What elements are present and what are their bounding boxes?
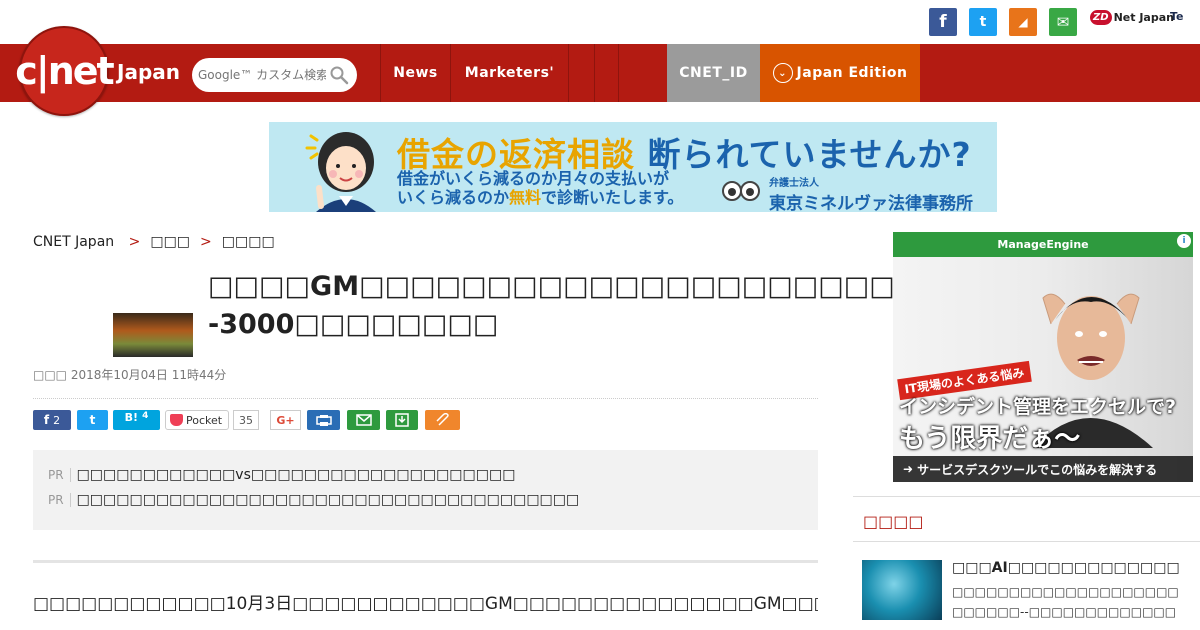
breadcrumb-home[interactable]: CNET Japan bbox=[33, 234, 114, 250]
logo-japan-label[interactable]: Japan bbox=[117, 60, 180, 84]
pr-tag: PR bbox=[48, 493, 71, 507]
facebook-icon[interactable]: f bbox=[929, 8, 957, 36]
print-button[interactable] bbox=[307, 410, 340, 430]
nav-item-blank-1[interactable] bbox=[568, 44, 594, 102]
adchoices-icon[interactable]: i bbox=[1177, 234, 1191, 248]
sidebar-ad-headline: インシデント管理をエクセルで? bbox=[899, 396, 1177, 418]
techrepublic-link[interactable]: Te bbox=[1170, 10, 1184, 23]
hatena-label: B! bbox=[124, 411, 139, 424]
hatena-bookmark-button[interactable]: B! 4 bbox=[113, 410, 160, 430]
clip-button[interactable] bbox=[425, 410, 460, 430]
pr-tag: PR bbox=[48, 468, 71, 482]
law-firm-name: 弁護士法人 東京ミネルヴァ法律事務所 bbox=[769, 174, 973, 212]
divider bbox=[853, 541, 1200, 542]
nav-item-edition[interactable]: ⌄ Japan Edition bbox=[760, 44, 920, 102]
twitter-share-button[interactable]: t bbox=[77, 410, 108, 430]
divider bbox=[853, 496, 1200, 497]
google-plus-button[interactable]: G+ bbox=[270, 410, 301, 430]
mail-icon bbox=[355, 414, 372, 426]
banner-sub-line1: 借金がいくら減るのか月々の支払いが bbox=[397, 169, 670, 188]
sidebar-ad-cta[interactable]: ➜ サービスデスクツールでこの悩みを解決する bbox=[893, 456, 1193, 482]
banner-title-b: 断られていませんか? bbox=[647, 135, 972, 174]
pocket-button[interactable]: Pocket bbox=[165, 410, 229, 430]
breadcrumb: CNET Japan > □□□ > □□□□ bbox=[33, 234, 275, 250]
zdnet-label: Net Japan bbox=[1113, 11, 1174, 24]
banner-sub-line2c: で診断いたします。 bbox=[541, 188, 684, 207]
rss-icon[interactable]: ◢ bbox=[1009, 8, 1037, 36]
woman-illustration-icon bbox=[305, 132, 376, 212]
nav-item-cnet-id[interactable]: CNET_ID bbox=[667, 44, 760, 102]
email-share-button[interactable] bbox=[347, 410, 380, 430]
rail-item-description: □□□□□□□□□□□□□□□□□□□□ □□□□□□--□□□□□□□□□□□… bbox=[952, 582, 1192, 622]
nav-item-news[interactable]: News bbox=[380, 44, 450, 102]
facebook-icon: f bbox=[43, 413, 50, 427]
nav-item-marketers[interactable]: Marketers' bbox=[450, 44, 568, 102]
divider bbox=[33, 398, 818, 399]
banner-sub-line2: いくら減るのか無料で診断いたします。 bbox=[397, 188, 683, 207]
arrow-right-icon: ➜ bbox=[903, 462, 914, 476]
breadcrumb-level1[interactable]: □□□ bbox=[150, 234, 190, 250]
pr-item[interactable]: PR □□□□□□□□□□□□vs□□□□□□□□□□□□□□□□□□□□ bbox=[48, 467, 515, 483]
banner-subtitle: 借金がいくら減るのか月々の支払いが いくら減るのか無料で診断いたします。 bbox=[397, 169, 683, 207]
pr-item-title: □□□□□□□□□□□□□□□□□□□□□□□□□□□□□□□□□□□□□□ bbox=[76, 492, 580, 508]
nav-item-blank-2[interactable] bbox=[594, 44, 618, 102]
hatena-count: 4 bbox=[142, 411, 149, 421]
paperclip-icon bbox=[435, 413, 449, 426]
law-firm-big: 東京ミネルヴァ法律事務所 bbox=[769, 194, 973, 212]
zdnet-logo: ZD bbox=[1090, 10, 1112, 25]
search-box bbox=[192, 58, 357, 92]
pocket-label: Pocket bbox=[186, 413, 223, 427]
printer-icon bbox=[315, 414, 332, 426]
search-input[interactable] bbox=[198, 68, 326, 82]
nav-item-blank-3[interactable] bbox=[618, 44, 667, 102]
breadcrumb-level2[interactable]: □□□□ bbox=[222, 234, 275, 250]
owl-eyes-icon bbox=[722, 181, 760, 201]
sidebar-ad-cta-label: サービスデスクツールでこの悩みを解決する bbox=[917, 462, 1158, 477]
twitter-icon[interactable]: t bbox=[969, 8, 997, 36]
search-icon[interactable] bbox=[329, 65, 349, 85]
techrepublic-label: Te bbox=[1170, 10, 1184, 23]
zdnet-link[interactable]: ZD Net Japan bbox=[1090, 10, 1174, 25]
breadcrumb-separator-icon: > bbox=[124, 234, 141, 250]
pr-item[interactable]: PR □□□□□□□□□□□□□□□□□□□□□□□□□□□□□□□□□□□□□… bbox=[48, 492, 579, 508]
article-thumbnail bbox=[113, 313, 193, 357]
rail-section-title: □□□□ bbox=[863, 512, 924, 531]
chevron-down-icon: ⌄ bbox=[772, 63, 793, 83]
law-firm-small: 弁護士法人 bbox=[769, 178, 819, 189]
pocket-count: 35 bbox=[233, 410, 259, 430]
facebook-share-count: 2 bbox=[53, 413, 61, 427]
banner-sub-line2a: いくら減るのか bbox=[397, 188, 510, 207]
pocket-icon bbox=[170, 414, 183, 426]
twitter-icon: t bbox=[89, 413, 96, 427]
sidebar-ad-subheadline: もう限界だぁ～ bbox=[899, 424, 1081, 454]
facebook-share-button[interactable]: f 2 bbox=[33, 410, 71, 430]
utility-bar: f t ◢ ✉ ZD Net Japan Te bbox=[0, 0, 1200, 44]
breadcrumb-separator-icon: > bbox=[200, 234, 212, 250]
cnet-logo[interactable]: c|net bbox=[15, 26, 115, 116]
sidebar-ad[interactable]: ManageEngine i IT現場のよくある悩み インシデント管理をエクセル… bbox=[893, 232, 1193, 482]
sidebar-ad-brand: ManageEngine bbox=[893, 232, 1193, 257]
rail-item-desc-line1: □□□□□□□□□□□□□□□□□□□□ bbox=[952, 585, 1179, 599]
download-icon bbox=[395, 413, 409, 427]
article-body: □□□□□□□□□□□□10月3日□□□□□□□□□□□□GM□□□□□□□□□… bbox=[33, 594, 818, 614]
rail-item-thumbnail[interactable] bbox=[862, 560, 942, 620]
pr-box: PR □□□□□□□□□□□□vs□□□□□□□□□□□□□□□□□□□□ PR… bbox=[33, 450, 818, 530]
nav-links: News Marketers' CNET_ID ⌄ Japan Edition bbox=[380, 44, 920, 102]
article-headline: □□□□GM□□□□□□□□□□□□□□□□□□□□□□--3000□□□□□□… bbox=[208, 271, 932, 340]
banner-sub-line2b: 無料 bbox=[509, 188, 542, 207]
article-dateline: □□□ 2018年10月04日 11時44分 bbox=[33, 368, 227, 382]
mail-icon[interactable]: ✉ bbox=[1049, 8, 1077, 36]
banner-ad[interactable]: 借金の返済相談 断られていませんか? 借金がいくら減るのか月々の支払いが いくら… bbox=[269, 122, 997, 212]
edition-label: Japan Edition bbox=[796, 65, 908, 81]
divider bbox=[33, 560, 818, 563]
save-button[interactable] bbox=[386, 410, 418, 430]
rail-item-desc-line2: □□□□□□--□□□□□□□□□□□□□ bbox=[952, 605, 1177, 619]
pr-item-title: □□□□□□□□□□□□vs□□□□□□□□□□□□□□□□□□□□ bbox=[76, 467, 516, 483]
rail-item-title[interactable]: □□□AI□□□□□□□□□□□□□ bbox=[952, 560, 1192, 576]
